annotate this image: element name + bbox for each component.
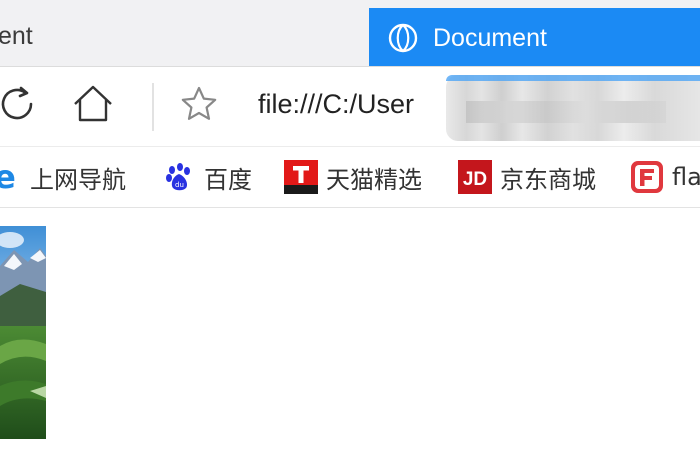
jd-icon: JD [458,160,492,194]
navigation-bar: file:///C:/User [0,66,700,147]
baidu-paw-icon: du [162,160,196,194]
home-button[interactable] [70,83,116,129]
bookmark-item[interactable]: du 百度 [162,159,252,195]
tmall-icon [284,160,318,194]
bookmark-label: 天猫精选 [326,165,422,194]
tab-inactive[interactable]: ent [0,0,368,66]
bookmark-item[interactable]: 天猫精选 [284,159,422,195]
tab-title: ent [0,22,33,50]
favorite-star-icon [180,85,218,127]
favorite-button[interactable] [176,83,222,129]
bookmark-label: 京东商城 [500,165,596,194]
globe-icon [387,22,419,54]
bookmark-label: 上网导航 [30,165,126,194]
tab-document[interactable]: Document [369,8,700,66]
svg-text:e: e [0,160,16,194]
landscape-image [0,226,46,439]
home-icon [71,82,115,130]
address-bar[interactable]: file:///C:/User [258,89,414,120]
tab-strip: ent Document [0,0,700,66]
bookmarks-bar: e 上网导航 du 百度 天猫精选 JD 京东商城 fla [0,146,700,208]
refresh-icon [0,84,39,128]
flash-f-icon [630,160,664,194]
bookmark-item[interactable]: e 上网导航 [0,159,126,195]
bookmark-item[interactable]: JD 京东商城 [458,159,596,195]
svg-text:JD: JD [463,169,487,190]
address-suggestion-blurred [446,75,700,141]
ie-icon: e [0,160,22,194]
svg-text:du: du [175,181,184,189]
bookmark-item[interactable]: fla [630,159,700,195]
bookmark-label: 百度 [204,165,252,194]
refresh-button[interactable] [0,83,42,129]
bookmark-label: fla [672,163,700,191]
tab-title: Document [433,24,547,52]
toolbar-divider [152,83,154,131]
